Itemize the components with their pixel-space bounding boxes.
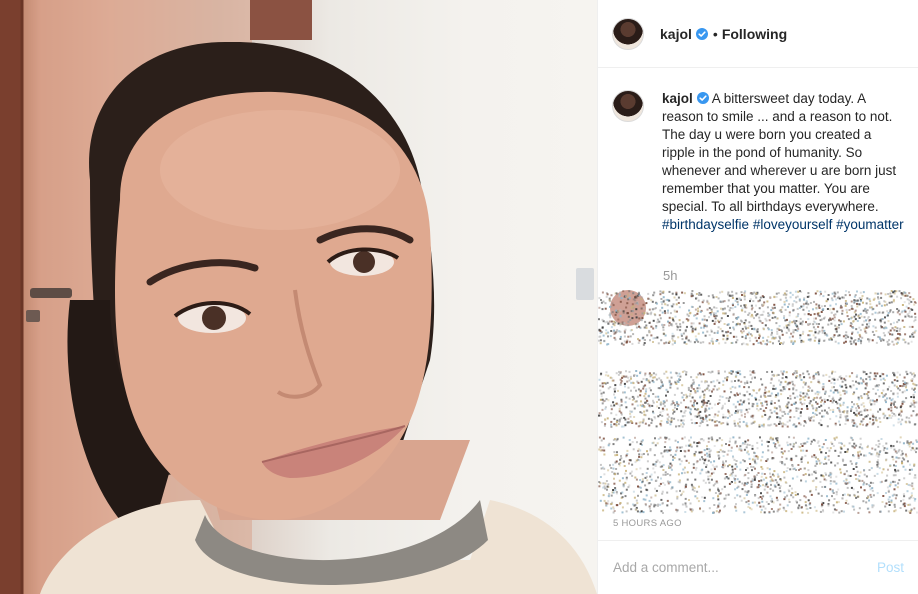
add-comment-input[interactable] bbox=[613, 560, 877, 575]
caption-text: A bittersweet day today. A reason to smi… bbox=[662, 91, 897, 214]
hashtag-birthdayselfie[interactable]: #birthdayselfie bbox=[662, 217, 749, 232]
header-separator: • bbox=[712, 25, 718, 42]
author-avatar[interactable] bbox=[612, 17, 644, 50]
pixelated-comments bbox=[598, 290, 918, 514]
following-button[interactable]: Following bbox=[722, 26, 787, 42]
comments-obscured-area bbox=[598, 286, 918, 514]
caption-username[interactable]: kajol bbox=[662, 91, 693, 106]
post-comment-button[interactable]: Post bbox=[877, 560, 904, 575]
hashtag-youmatter[interactable]: #youmatter bbox=[836, 217, 904, 232]
post-photo[interactable] bbox=[0, 0, 597, 594]
hashtag-loveyourself[interactable]: #loveyourself bbox=[753, 217, 833, 232]
verified-badge-icon bbox=[695, 27, 708, 40]
caption-time-ago[interactable]: 5h bbox=[663, 268, 677, 283]
post-timestamp: 5 HOURS AGO bbox=[613, 518, 682, 529]
selfie-image bbox=[0, 0, 597, 594]
comment-bar: Post bbox=[598, 540, 918, 594]
post-caption: kajol A bittersweet day today. A reason … bbox=[612, 90, 912, 234]
post-header: kajol • Following bbox=[598, 0, 918, 68]
verified-badge-icon bbox=[696, 92, 709, 104]
caption-author-avatar[interactable] bbox=[612, 90, 644, 122]
post-side-panel: kajol • Following kajol A bittersweet da… bbox=[597, 0, 918, 594]
caption-text-block: kajol A bittersweet day today. A reason … bbox=[662, 90, 907, 234]
author-username[interactable]: kajol bbox=[660, 26, 692, 42]
